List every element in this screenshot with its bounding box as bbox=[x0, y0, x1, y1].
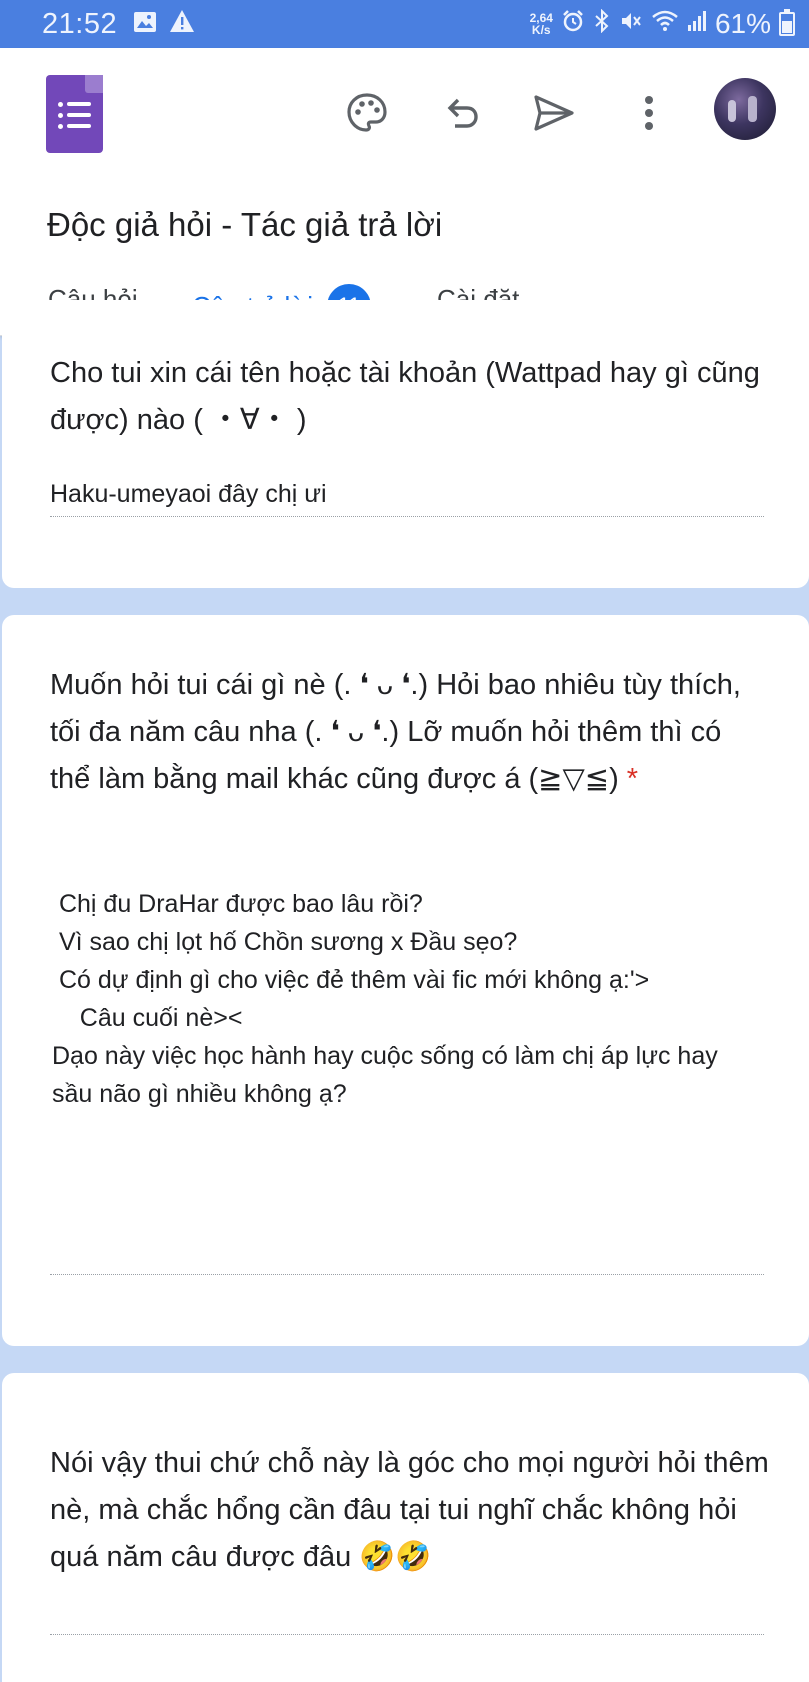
avatar[interactable] bbox=[714, 78, 776, 140]
question-text: Nói vậy thui chứ chỗ này là góc cho mọi … bbox=[50, 1447, 769, 1573]
network-speed-unit: K/s bbox=[531, 23, 551, 37]
network-speed: 2,64 K/s bbox=[530, 12, 553, 36]
battery-icon bbox=[779, 9, 795, 36]
answer-underline bbox=[50, 1274, 764, 1275]
google-forms-logo[interactable] bbox=[46, 75, 103, 153]
more-vert-icon[interactable] bbox=[622, 86, 676, 140]
bluetooth-icon bbox=[593, 8, 611, 40]
response-card-name: Cho tui xin cái tên hoặc tài khoản (Watt… bbox=[2, 300, 809, 588]
mute-icon bbox=[619, 8, 643, 40]
answer-underline bbox=[50, 516, 764, 517]
alarm-icon bbox=[561, 8, 585, 40]
app-header: Độc giả hỏi - Tác giả trả lời Câu hỏi Câ… bbox=[0, 48, 809, 336]
send-icon[interactable] bbox=[527, 86, 581, 140]
signal-icon bbox=[687, 8, 707, 40]
answer-text: Haku-umeyaoi đây chị ưi bbox=[50, 480, 327, 508]
required-asterisk: * bbox=[626, 763, 639, 795]
battery-percent: 61% bbox=[714, 8, 771, 39]
question-text: Muốn hỏi tui cái gì nè (. ❛ ᴗ ❛.) Hỏi ba… bbox=[50, 662, 769, 803]
response-card-questions: Muốn hỏi tui cái gì nè (. ❛ ᴗ ❛.) Hỏi ba… bbox=[2, 615, 809, 1346]
answer-text: Chị đu DraHar được bao lâu rồi? Vì sao c… bbox=[52, 890, 718, 1108]
status-bar: 21:52 2,64 K/s 61% bbox=[0, 0, 809, 48]
undo-icon[interactable] bbox=[434, 86, 488, 140]
form-title: Độc giả hỏi - Tác giả trả lời bbox=[47, 206, 443, 243]
response-card-extra: Nói vậy thui chứ chỗ này là góc cho mọi … bbox=[2, 1373, 809, 1682]
status-time: 21:52 bbox=[42, 7, 118, 40]
warning-icon bbox=[169, 8, 195, 40]
palette-icon[interactable] bbox=[340, 86, 394, 140]
answer-underline bbox=[50, 1634, 764, 1635]
wifi-icon bbox=[651, 8, 679, 40]
image-notification-icon bbox=[133, 8, 157, 40]
question-text: Cho tui xin cái tên hoặc tài khoản (Watt… bbox=[50, 357, 760, 436]
